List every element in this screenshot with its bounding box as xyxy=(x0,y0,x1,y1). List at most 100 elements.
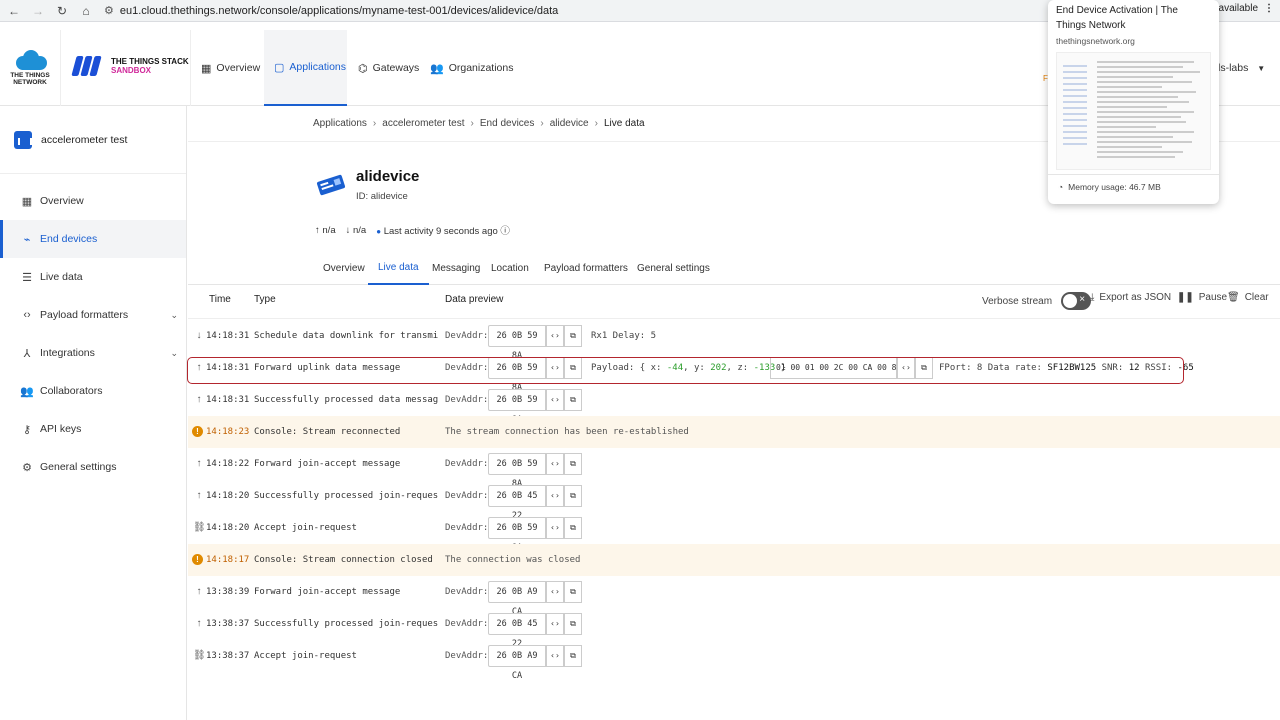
back-icon[interactable]: ← xyxy=(4,4,24,18)
event-time: 13:38:37 xyxy=(206,619,250,629)
copy-icon[interactable]: ⧉ xyxy=(564,645,582,667)
copy-icon[interactable]: ⧉ xyxy=(564,517,582,539)
link-icon: ⛓ xyxy=(193,522,206,533)
toggle-format-button[interactable]: ‹› xyxy=(546,325,564,347)
toggle-format-button[interactable]: ‹› xyxy=(546,453,564,475)
table-row[interactable]: ↑ 14:18:22 Forward join-accept message DevA… xyxy=(188,448,1280,489)
devaddr-label: DevAddr: xyxy=(445,459,489,469)
verbose-stream-control: Verbose stream × xyxy=(982,292,1092,310)
toggle-format-button[interactable]: ‹› xyxy=(546,389,564,411)
chevron-right-icon: › xyxy=(470,118,474,129)
device-tabs: Overview Live data Messaging Location Pa… xyxy=(188,252,1280,285)
sidebar-item-collaborators[interactable]: 👥 Collaborators xyxy=(0,372,186,410)
warning-icon: ! xyxy=(192,554,203,565)
arrow-down-icon: ↓ xyxy=(196,330,202,341)
chevron-right-icon: › xyxy=(372,118,377,129)
dashboard-icon: ▦ xyxy=(201,62,212,75)
breadcrumb-end-devices[interactable]: End devices xyxy=(480,118,534,129)
sidebar-item-general-settings[interactable]: ⚙ General settings xyxy=(0,448,186,486)
help-icon[interactable]: ⓘ xyxy=(500,226,510,237)
event-type: Forward join-accept message xyxy=(254,459,401,469)
nav-tab-organizations[interactable]: 👥 Organizations xyxy=(420,30,524,106)
tab-payload-formatters[interactable]: Payload formatters xyxy=(534,252,638,285)
gear-icon: ⚙ xyxy=(22,461,32,474)
sidebar-item-payload-formatters[interactable]: ‹› Payload formatters ⌄ xyxy=(0,296,186,334)
nav-tab-applications[interactable]: ▢ Applications xyxy=(264,30,347,106)
toggle-format-button[interactable]: ‹› xyxy=(546,517,564,539)
arrow-up-icon: ↑ xyxy=(196,618,202,629)
user-menu[interactable]: ls-labs ▼ xyxy=(1218,62,1265,74)
device-title: alidevice xyxy=(356,168,420,185)
breadcrumb-device[interactable]: alidevice xyxy=(550,118,589,129)
nav-tab-overview[interactable]: ▦ Overview xyxy=(191,30,270,106)
sidebar-item-live-data[interactable]: ☰ Live data xyxy=(0,258,186,296)
devaddr-label: DevAddr: xyxy=(445,395,489,405)
verbose-stream-toggle[interactable]: × xyxy=(1061,292,1092,310)
sidebar-item-api-keys[interactable]: ⚷ API keys xyxy=(0,410,186,448)
dashboard-icon: ▦ xyxy=(21,195,33,208)
table-row[interactable]: ↓ 14:18:31 Schedule data downlink for tran… xyxy=(188,320,1280,361)
tab-general-settings[interactable]: General settings xyxy=(627,252,720,285)
event-preview: The connection was closed xyxy=(445,555,581,565)
address-bar[interactable]: ⚙ eu1.cloud.thethings.network/console/ap… xyxy=(104,4,558,18)
app-name: accelerometer test xyxy=(41,133,128,146)
table-row[interactable]: ↑ 14:18:31 Successfully processed data mes… xyxy=(188,384,1280,425)
copy-icon[interactable]: ⧉ xyxy=(564,453,582,475)
tts-logo[interactable]: THE THINGS STACK SANDBOX xyxy=(71,56,189,76)
copy-icon[interactable]: ⧉ xyxy=(564,613,582,635)
forward-icon[interactable]: → xyxy=(28,4,48,18)
ttn-logo[interactable]: THE THINGS NETWORK xyxy=(8,48,52,86)
event-time: 14:18:20 xyxy=(206,523,250,533)
download-icon: ⤓ xyxy=(1090,292,1095,303)
tab-overview[interactable]: Overview xyxy=(313,252,375,285)
table-row[interactable]: ! 14:18:17 Console: Stream connection clos… xyxy=(188,544,1280,576)
breadcrumb-application[interactable]: accelerometer test xyxy=(382,118,464,129)
copy-icon[interactable]: ⧉ xyxy=(564,581,582,603)
export-json-button[interactable]: ⤓ Export as JSON xyxy=(1090,292,1171,303)
event-time: 14:18:31 xyxy=(206,331,250,341)
tab-live-data[interactable]: Live data xyxy=(368,252,429,285)
table-row[interactable]: ! 14:18:23 Console: Stream reconnected The … xyxy=(188,416,1280,448)
copy-icon[interactable]: ⧉ xyxy=(564,389,582,411)
clear-button[interactable]: 🗑 Clear xyxy=(1227,292,1269,303)
table-row[interactable]: ↑ 14:18:20 Successfully processed join-req… xyxy=(188,480,1280,521)
event-type: Console: Stream connection closed xyxy=(254,555,433,565)
sidebar-app-header[interactable]: accelerometer test xyxy=(0,106,186,174)
device-stats: ↑ n/a ↓ n/a ● Last activity 9 seconds ag… xyxy=(315,223,510,238)
chevron-down-icon: ⌄ xyxy=(170,309,178,320)
event-type: Forward join-accept message xyxy=(254,587,401,597)
status-dot-icon: ● xyxy=(376,227,382,236)
breadcrumb-applications[interactable]: Applications xyxy=(313,118,367,129)
table-row[interactable]: ↑ 13:38:39 Forward join-accept message DevA… xyxy=(188,576,1280,617)
sidebar-item-label: API keys xyxy=(40,423,82,435)
application-icon xyxy=(14,130,32,149)
nav-tab-gateways[interactable]: ⌬ Gateways xyxy=(348,30,429,106)
site-info-icon[interactable]: ⚙ xyxy=(104,4,114,17)
nav-tab-label: Gateways xyxy=(372,62,420,74)
copy-icon[interactable]: ⧉ xyxy=(564,485,582,507)
nav-tab-label: Applications xyxy=(289,61,347,73)
table-row[interactable]: ⛓ 13:38:37 Accept join-request DevAddr: 26 0… xyxy=(188,640,1280,681)
sidebar-item-end-devices[interactable]: ⌁ End devices xyxy=(0,220,186,258)
toggle-format-button[interactable]: ‹› xyxy=(546,645,564,667)
tab-location[interactable]: Location xyxy=(481,252,539,285)
reload-icon[interactable]: ↻ xyxy=(52,4,72,18)
table-row[interactable]: ↑ 13:38:37 Successfully processed join-req… xyxy=(188,608,1280,649)
toggle-format-button[interactable]: ‹› xyxy=(546,581,564,603)
arrow-up-icon: ↑ xyxy=(196,586,202,597)
table-row[interactable]: ⛓ 14:18:20 Accept join-request DevAddr: 26 0… xyxy=(188,512,1280,553)
arrow-up-icon: ↑ xyxy=(315,224,320,236)
toggle-format-button[interactable]: ‹› xyxy=(546,613,564,635)
device-board-icon xyxy=(316,174,346,196)
home-icon[interactable]: ⌂ xyxy=(76,4,96,18)
sidebar-item-overview[interactable]: ▦ Overview xyxy=(0,182,186,220)
uplink-value: n/a xyxy=(322,224,336,236)
menu-kebab-icon[interactable]: ⋮ xyxy=(1264,3,1274,14)
tab-hover-preview: End Device Activation | The Things Netwo… xyxy=(1048,0,1219,204)
copy-icon[interactable]: ⧉ xyxy=(564,325,582,347)
sidebar-item-integrations[interactable]: ⅄ Integrations ⌄ xyxy=(0,334,186,372)
pause-button[interactable]: ❚❚ Pause xyxy=(1177,292,1227,303)
close-icon: × xyxy=(1079,294,1086,305)
cloud-icon xyxy=(12,48,48,70)
toggle-format-button[interactable]: ‹› xyxy=(546,485,564,507)
